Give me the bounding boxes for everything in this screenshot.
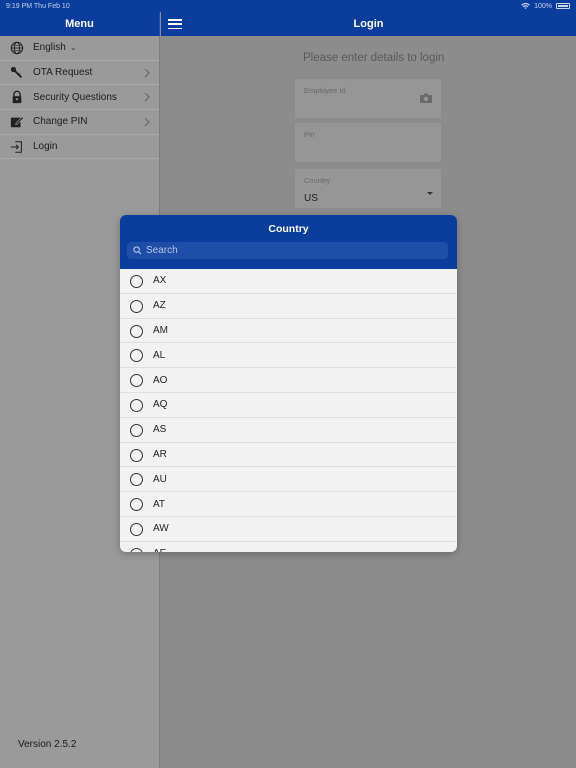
country-code: AR	[153, 448, 167, 460]
main-header: Login	[161, 12, 576, 36]
country-option[interactable]: AZ	[120, 294, 457, 319]
chevron-down-icon: ⌄	[69, 43, 77, 53]
country-code: AL	[153, 349, 166, 361]
country-label: Country	[304, 176, 331, 185]
country-option[interactable]: AO	[120, 368, 457, 393]
country-option[interactable]: AM	[120, 319, 457, 344]
status-date: Thu Feb 10	[33, 2, 70, 10]
search-bar[interactable]	[127, 242, 448, 259]
chevron-right-icon	[144, 92, 150, 102]
search-icon	[133, 246, 142, 255]
radio-button[interactable]	[130, 324, 143, 338]
country-code: AE	[153, 548, 166, 552]
page-title: Login	[353, 18, 384, 30]
country-value: US	[304, 193, 318, 204]
radio-button[interactable]	[130, 275, 143, 288]
battery-icon	[556, 3, 570, 9]
wifi-icon	[521, 2, 530, 9]
country-list: AX AZ AM AL AO AQ AS AR AU AT AW AE	[120, 269, 457, 552]
radio-button[interactable]	[130, 448, 143, 462]
status-right: 100%	[521, 2, 570, 10]
radio-button[interactable]	[130, 349, 143, 363]
key-icon	[10, 66, 23, 78]
app-version: Version 2.5.2	[18, 739, 77, 750]
country-option[interactable]: AQ	[120, 393, 457, 418]
lock-icon	[12, 91, 22, 104]
globe-icon	[10, 41, 24, 55]
radio-button[interactable]	[130, 423, 143, 437]
employee-id-label: Employee Id	[304, 86, 346, 95]
modal-header: Country	[120, 215, 457, 269]
country-option[interactable]: AE	[120, 542, 457, 552]
edit-icon	[10, 116, 24, 128]
search-input[interactable]	[146, 245, 426, 256]
sidebar-title: Menu	[65, 18, 94, 30]
country-code: AW	[153, 523, 169, 535]
sidebar-header: Menu	[0, 12, 160, 36]
country-option[interactable]: AT	[120, 492, 457, 517]
radio-button[interactable]	[130, 398, 143, 412]
status-bar: 9:19 PM Thu Feb 10 100%	[0, 0, 576, 12]
sidebar-item-change-pin[interactable]: Change PIN	[0, 110, 159, 135]
country-option[interactable]: AW	[120, 517, 457, 542]
radio-button[interactable]	[130, 522, 143, 536]
country-option[interactable]: AR	[120, 443, 457, 468]
sidebar-item-login[interactable]: Login	[0, 135, 159, 160]
country-code: AU	[153, 473, 167, 485]
sidebar-item-label: OTA Request	[33, 67, 93, 79]
status-time: 9:19 PM	[6, 2, 33, 10]
sidebar-item-security-questions[interactable]: Security Questions	[0, 85, 159, 111]
sidebar-item-label: Security Questions	[33, 91, 117, 103]
country-option[interactable]: AU	[120, 467, 457, 493]
login-icon	[10, 140, 22, 153]
country-code: AZ	[153, 300, 166, 312]
dropdown-arrow-icon	[427, 192, 433, 195]
employee-id-field[interactable]: Employee Id	[295, 79, 441, 118]
modal-title: Country	[268, 223, 309, 235]
country-code: AS	[153, 424, 167, 436]
country-picker-modal: Country AX AZ AM AL AO AQ AS AR AU AT AW…	[120, 215, 457, 552]
country-option[interactable]: AX	[120, 269, 457, 294]
country-code: AT	[153, 498, 166, 510]
country-code: AQ	[153, 399, 168, 411]
login-prompt: Please enter details to login	[303, 52, 445, 64]
sidebar-item-label: English	[33, 42, 66, 54]
radio-button[interactable]	[130, 374, 143, 388]
status-time-date: 9:19 PM Thu Feb 10	[6, 3, 70, 10]
sidebar-item-label: Change PIN	[33, 116, 88, 128]
sidebar-item-language[interactable]: English ⌄	[0, 36, 159, 61]
country-option[interactable]: AL	[120, 343, 457, 369]
chevron-right-icon	[144, 68, 150, 78]
pin-field[interactable]: Pin	[295, 123, 441, 162]
country-option[interactable]: AS	[120, 418, 457, 443]
country-code: AM	[153, 324, 168, 336]
chevron-right-icon	[144, 117, 150, 127]
hamburger-menu-icon[interactable]	[168, 19, 182, 29]
sidebar-item-label: Login	[33, 141, 58, 153]
country-code: AO	[153, 374, 168, 386]
country-select[interactable]: Country US	[295, 169, 441, 208]
camera-icon[interactable]	[420, 93, 432, 103]
country-code: AX	[153, 275, 167, 287]
radio-button[interactable]	[130, 473, 143, 487]
radio-button[interactable]	[130, 498, 143, 512]
pin-label: Pin	[304, 130, 315, 139]
sidebar-item-ota-request[interactable]: OTA Request	[0, 61, 159, 86]
radio-button[interactable]	[130, 547, 143, 552]
battery-percent: 100%	[534, 2, 552, 10]
radio-button[interactable]	[130, 299, 143, 313]
